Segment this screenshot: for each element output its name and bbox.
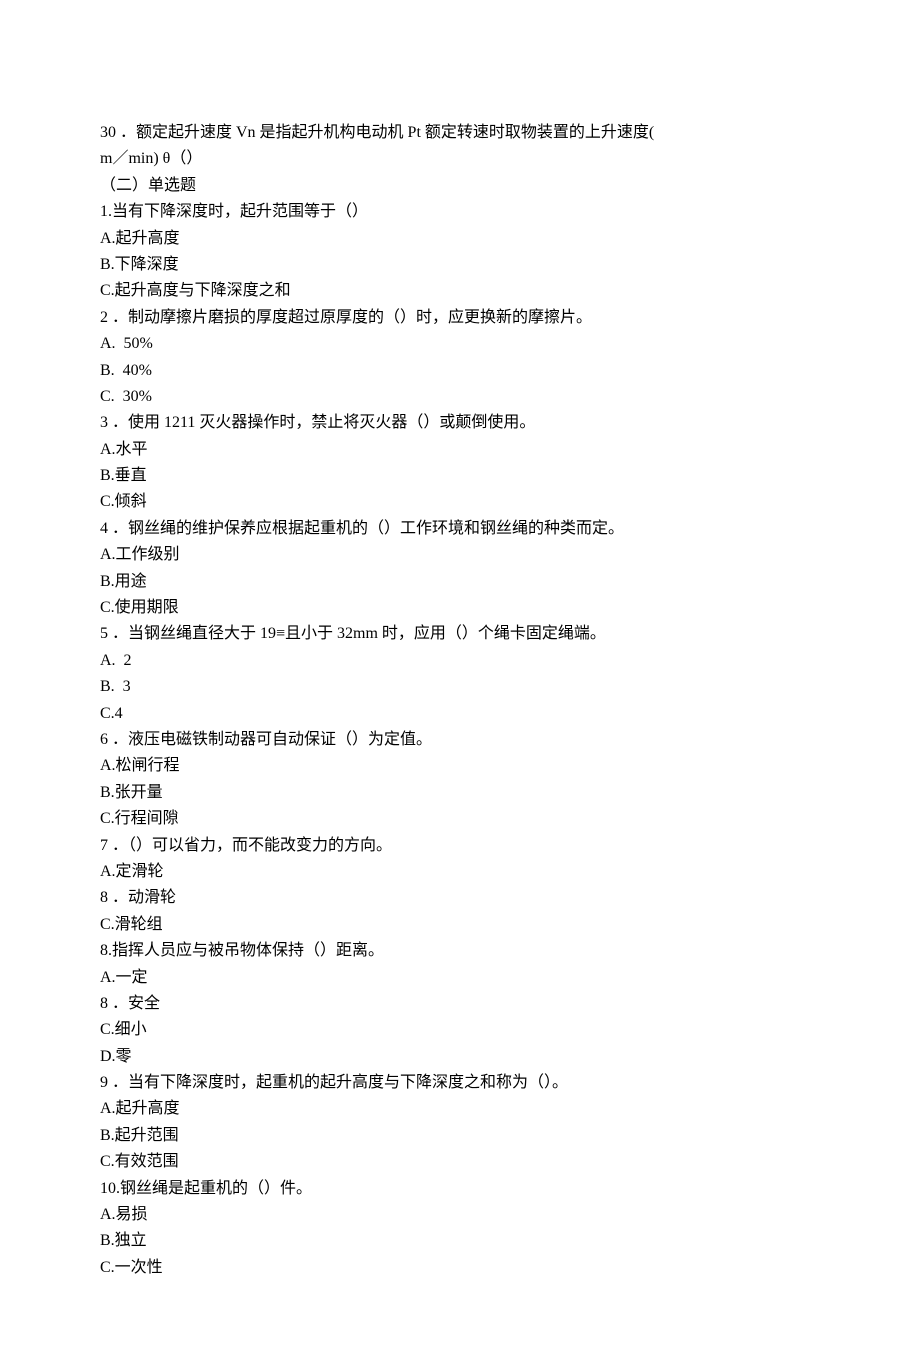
answer-option: A.起升高度 <box>100 226 820 252</box>
answer-option: A.一定 <box>100 965 820 991</box>
question-text: 3 ．使用 1211 灭火器操作时，禁止将灭火器（）或颠倒使用。 <box>100 410 820 436</box>
answer-option: B.下降深度 <box>100 252 820 278</box>
text-line: m／min) θ（） <box>100 146 820 172</box>
answer-option: A. 2 <box>100 648 820 674</box>
question-text: 5 ．当钢丝绳直径大于 19≡且小于 32mm 时，应用（）个绳卡固定绳端。 <box>100 621 820 647</box>
text-line: 30 ．额定起升速度 Vn 是指起升机构电动机 Pt 额定转速时取物装置的上升速… <box>100 120 820 146</box>
question-text: 1.当有下降深度时，起升范围等于（） <box>100 199 820 225</box>
answer-option: C.有效范围 <box>100 1149 820 1175</box>
answer-option: C.细小 <box>100 1017 820 1043</box>
answer-option: B.张开量 <box>100 780 820 806</box>
answer-option: A.水平 <box>100 437 820 463</box>
answer-option: A.松闸行程 <box>100 753 820 779</box>
answer-option: B.起升范围 <box>100 1123 820 1149</box>
answer-option: B. 40% <box>100 358 820 384</box>
answer-option: A.定滑轮 <box>100 859 820 885</box>
answer-option: A. 50% <box>100 331 820 357</box>
question-text: 10.钢丝绳是起重机的（）件。 <box>100 1176 820 1202</box>
answer-option: A.工作级别 <box>100 542 820 568</box>
answer-option: D.零 <box>100 1044 820 1070</box>
question-text: 4 ．钢丝绳的维护保养应根据起重机的（）工作环境和钢丝绳的种类而定。 <box>100 516 820 542</box>
answer-option: A.易损 <box>100 1202 820 1228</box>
answer-option: 8 ．动滑轮 <box>100 885 820 911</box>
answer-option: A.起升高度 <box>100 1096 820 1122</box>
answer-option: C. 30% <box>100 384 820 410</box>
question-text: 7 ．（）可以省力，而不能改变力的方向。 <box>100 833 820 859</box>
answer-option: C.行程间隙 <box>100 806 820 832</box>
answer-option: B.垂直 <box>100 463 820 489</box>
document-body: 30 ．额定起升速度 Vn 是指起升机构电动机 Pt 额定转速时取物装置的上升速… <box>100 120 820 1281</box>
answer-option: B.独立 <box>100 1228 820 1254</box>
answer-option: B.用途 <box>100 569 820 595</box>
answer-option: C.倾斜 <box>100 489 820 515</box>
answer-option: B. 3 <box>100 674 820 700</box>
answer-option: C.一次性 <box>100 1255 820 1281</box>
question-text: 2 ．制动摩擦片磨损的厚度超过原厚度的（）时，应更换新的摩擦片。 <box>100 305 820 331</box>
answer-option: C.4 <box>100 701 820 727</box>
answer-option: 8 ．安全 <box>100 991 820 1017</box>
answer-option: C.起升高度与下降深度之和 <box>100 278 820 304</box>
section-heading: （二）单选题 <box>100 173 820 199</box>
answer-option: C.滑轮组 <box>100 912 820 938</box>
question-text: 8.指挥人员应与被吊物体保持（）距离。 <box>100 938 820 964</box>
question-text: 9 ．当有下降深度时，起重机的起升高度与下降深度之和称为（）。 <box>100 1070 820 1096</box>
answer-option: C.使用期限 <box>100 595 820 621</box>
question-text: 6 ．液压电磁铁制动器可自动保证（）为定值。 <box>100 727 820 753</box>
